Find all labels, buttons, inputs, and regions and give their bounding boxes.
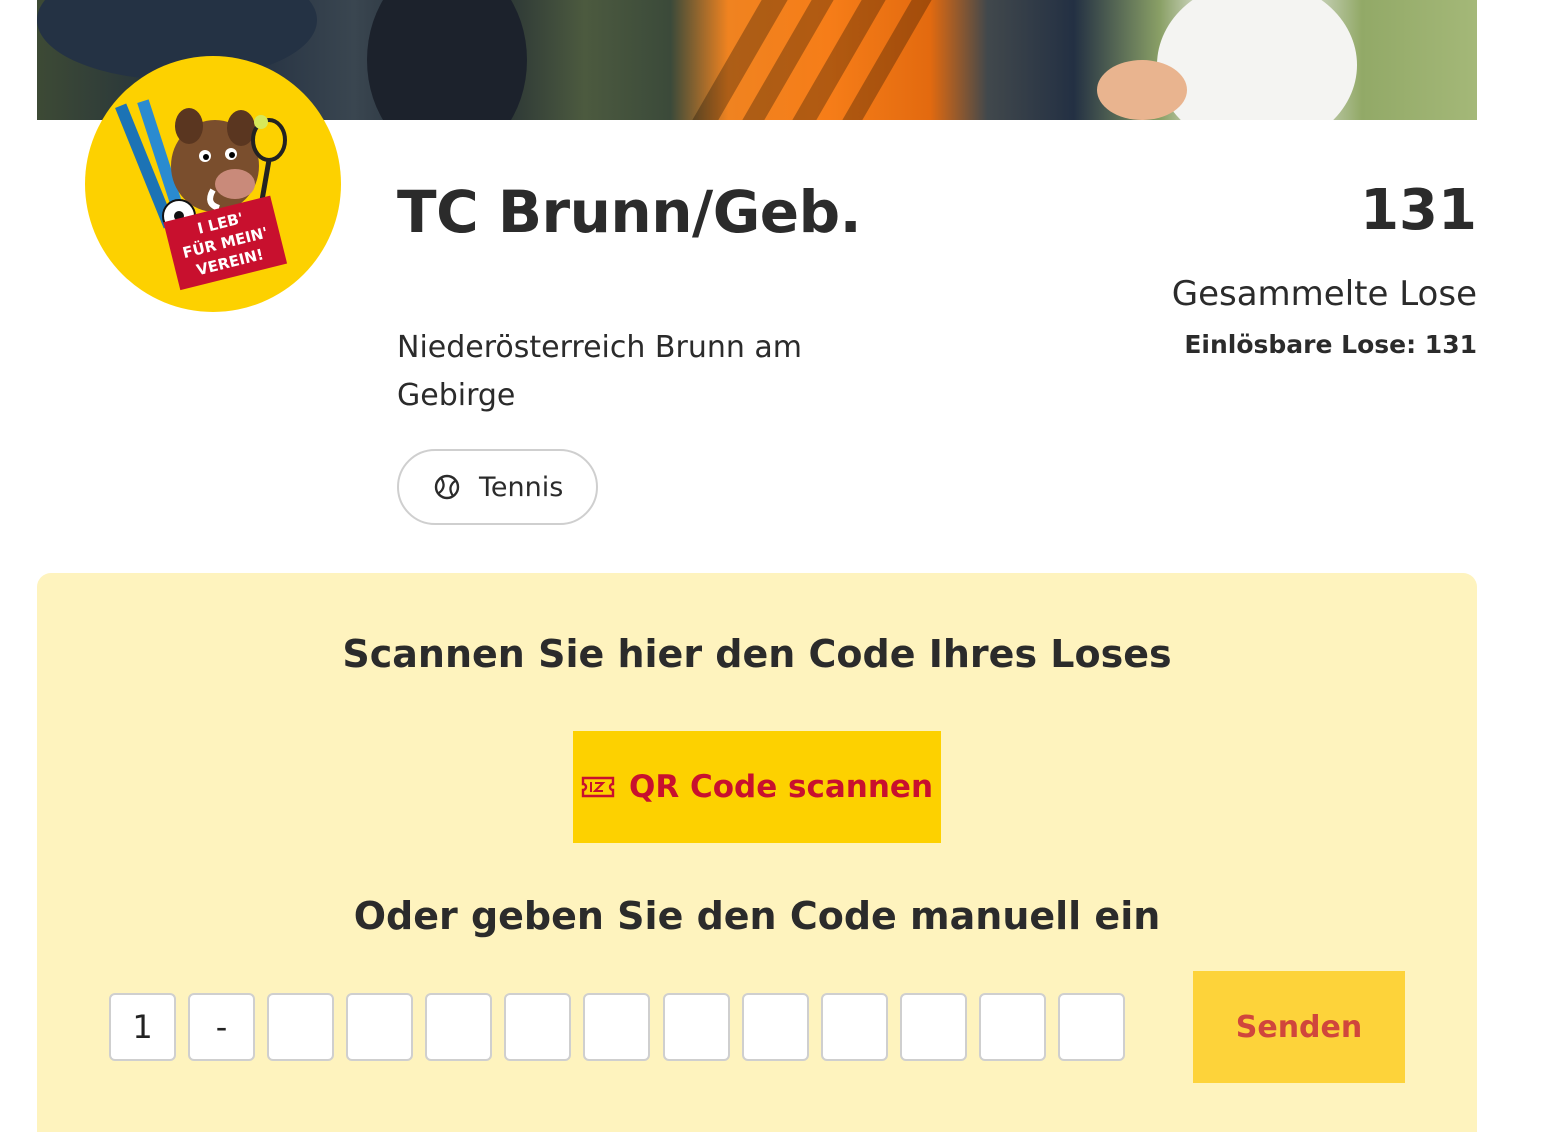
- code-digit-4[interactable]: [346, 993, 413, 1061]
- collected-lots-count: 131: [1360, 178, 1477, 243]
- sport-chip-tennis[interactable]: Tennis: [397, 449, 598, 525]
- code-digit-11[interactable]: [900, 993, 967, 1061]
- scan-title: Scannen Sie hier den Code Ihres Loses: [342, 632, 1172, 676]
- code-digit-8[interactable]: [663, 993, 730, 1061]
- qr-scan-button[interactable]: QR Code scannen: [573, 731, 941, 843]
- sport-chip-label: Tennis: [479, 471, 564, 503]
- code-digit-1[interactable]: [109, 993, 176, 1061]
- club-name: TC Brunn/Geb.: [397, 178, 862, 246]
- code-digit-6[interactable]: [504, 993, 571, 1061]
- club-logo: I LEB' FÜR MEIN' VEREIN!: [85, 56, 341, 312]
- tennis-ball-icon: [434, 474, 460, 500]
- code-digit-2[interactable]: [188, 993, 255, 1061]
- logo-badge-icon: I LEB' FÜR MEIN' VEREIN!: [115, 99, 288, 291]
- qr-scan-button-label: QR Code scannen: [628, 769, 934, 805]
- code-digit-12[interactable]: [979, 993, 1046, 1061]
- ticket-icon: [581, 776, 615, 798]
- collected-lots-label: Gesammelte Lose: [1171, 274, 1477, 314]
- code-digit-5[interactable]: [425, 993, 492, 1061]
- redeemable-lots: Einlösbare Lose: 131: [1184, 330, 1477, 359]
- code-digit-13[interactable]: [1058, 993, 1125, 1061]
- code-digit-10[interactable]: [821, 993, 888, 1061]
- club-location: Niederösterreich Brunn am Gebirge: [397, 330, 803, 413]
- code-digit-3[interactable]: [267, 993, 334, 1061]
- code-digit-9[interactable]: [742, 993, 809, 1061]
- manual-entry-title: Oder geben Sie den Code manuell ein: [353, 894, 1161, 938]
- code-digit-7[interactable]: [583, 993, 650, 1061]
- send-button[interactable]: Senden: [1193, 971, 1405, 1083]
- club-page: I LEB' FÜR MEIN' VEREIN! TC Brunn/Geb. N…: [0, 0, 1549, 1132]
